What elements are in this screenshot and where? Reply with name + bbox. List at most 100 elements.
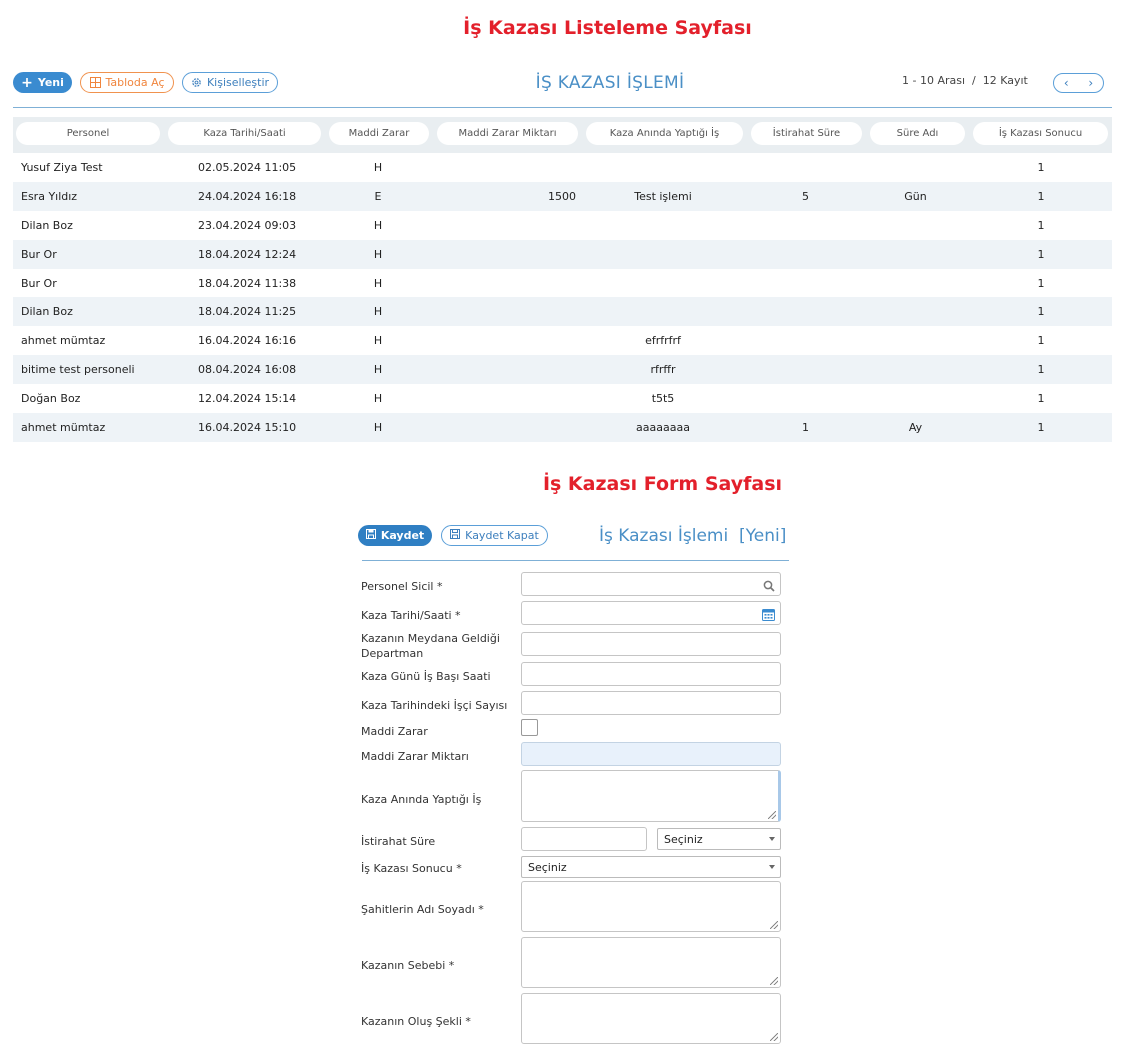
cell-date: 18.04.2024 11:25	[198, 305, 297, 319]
cell-date: 18.04.2024 12:24	[198, 247, 297, 261]
new-button-label: Yeni	[37, 76, 64, 89]
cell-date: 18.04.2024 11:38	[198, 276, 297, 290]
open-in-table-button[interactable]: Tabloda Aç	[80, 72, 174, 93]
cell-unit	[868, 355, 963, 384]
cell-personel: Dilan Boz	[21, 218, 73, 232]
cell-action	[583, 269, 743, 298]
table-row[interactable]: Doğan Boz 12.04.2024 15:14 Ht5t5 1	[13, 384, 1112, 413]
cell-result: 1	[1037, 363, 1045, 377]
cell-action	[583, 211, 743, 240]
next-page-icon[interactable]: ›	[1088, 76, 1093, 90]
worker-count-label: Kaza Tarihindeki İşçi Sayısı	[361, 699, 508, 712]
table-row[interactable]: Dilan Boz 18.04.2024 11:25 H 1	[13, 297, 1112, 327]
new-button[interactable]: + Yeni	[13, 72, 72, 93]
personalize-label: Kişiselleştir	[206, 76, 270, 89]
column-header-action[interactable]: Kaza Anında Yaptığı İş	[586, 122, 743, 145]
column-header-unit[interactable]: Süre Adı	[870, 122, 965, 145]
date-label: Kaza Tarihi/Saati *	[361, 609, 461, 622]
pager-info: 1 - 10 Arası / 12 Kayıt	[902, 74, 1028, 87]
worker-count-input[interactable]	[521, 691, 781, 715]
date-input[interactable]	[521, 601, 781, 625]
witnesses-textarea[interactable]	[521, 881, 781, 932]
cell-material-damage: H	[373, 247, 383, 261]
rest-label: İstirahat Süre	[361, 835, 436, 848]
table-row[interactable]: Yusuf Ziya Test 02.05.2024 11:05 H 1	[13, 153, 1112, 182]
personel-label: Personel Sicil *	[361, 580, 443, 593]
column-header-result[interactable]: İş Kazası Sonucu	[973, 122, 1108, 145]
search-icon[interactable]	[763, 577, 775, 596]
table-row[interactable]: Bur Or 18.04.2024 12:24 H 1	[13, 239, 1112, 269]
calendar-icon[interactable]	[762, 606, 775, 625]
manner-textarea[interactable]	[521, 993, 781, 1044]
rest-input[interactable]	[521, 827, 647, 851]
cell-material-damage: H	[373, 218, 383, 232]
cell-personel: Esra Yıldız	[21, 189, 78, 203]
save-icon	[450, 529, 461, 542]
prev-page-icon[interactable]: ‹	[1064, 76, 1069, 90]
cell-action	[583, 240, 743, 269]
result-select[interactable]: Seçiniz	[521, 856, 781, 878]
cell-personel: Dilan Boz	[21, 305, 73, 319]
cell-unit	[868, 384, 963, 413]
cell-date: 16.04.2024 15:10	[198, 420, 297, 434]
table-row[interactable]: Dilan Boz 23.04.2024 09:03 H 1	[13, 211, 1112, 240]
form-page-heading: İş Kazası Form Sayfası	[542, 473, 783, 495]
cell-unit: Gün	[904, 189, 927, 203]
personel-input[interactable]	[521, 572, 781, 596]
table-row[interactable]: Bur Or 18.04.2024 11:38 H 1	[13, 269, 1112, 298]
column-header-date[interactable]: Kaza Tarihi/Saati	[168, 122, 321, 145]
cell-personel: Yusuf Ziya Test	[21, 160, 103, 174]
resize-handle-icon[interactable]	[770, 1033, 778, 1041]
department-input[interactable]	[521, 632, 781, 656]
plus-icon: +	[21, 74, 33, 91]
table-header: Personel Kaza Tarihi/Saati Maddi Zarar M…	[13, 117, 1112, 153]
dropdown-arrow-icon	[769, 837, 775, 841]
manner-label: Kazanın Oluş Şekli *	[361, 1015, 471, 1028]
save-button[interactable]: Kaydet	[358, 525, 432, 546]
table-row[interactable]: Esra Yıldız 24.04.2024 16:18 E 1500 Test işl…	[13, 181, 1112, 211]
column-header-damage-amount[interactable]: Maddi Zarar Miktarı	[437, 122, 578, 145]
cell-material-damage: H	[373, 392, 383, 406]
cell-personel: ahmet mümtaz	[21, 420, 106, 434]
column-header-material-damage[interactable]: Maddi Zarar	[329, 122, 429, 145]
toolbar-divider	[13, 107, 1112, 108]
cell-unit	[868, 211, 963, 240]
save-icon	[365, 529, 376, 542]
cell-material-damage: H	[373, 334, 383, 348]
cell-unit	[868, 297, 963, 326]
cell-material-damage: H	[373, 420, 383, 434]
column-header-personel[interactable]: Personel	[16, 122, 160, 145]
cause-textarea[interactable]	[521, 937, 781, 988]
material-damage-label: Maddi Zarar	[361, 725, 428, 738]
table-body: Yusuf Ziya Test 02.05.2024 11:05 H 1 Esra Yı…	[13, 153, 1112, 442]
cell-personel: Doğan Boz	[21, 392, 81, 406]
cell-damage-amount	[513, 355, 576, 384]
start-time-input[interactable]	[521, 662, 781, 686]
save-close-button[interactable]: Kaydet Kapat	[441, 525, 548, 546]
cell-rest	[773, 269, 838, 298]
resize-handle-icon[interactable]	[770, 921, 778, 929]
cell-personel: Bur Or	[21, 247, 57, 261]
resize-handle-icon[interactable]	[770, 977, 778, 985]
cell-action: t5t5	[651, 392, 675, 406]
cell-unit	[868, 153, 963, 182]
cell-rest	[773, 326, 838, 355]
save-close-label: Kaydet Kapat	[465, 529, 539, 542]
cell-result: 1	[1037, 218, 1045, 232]
list-page-heading: İş Kazası Listeleme Sayfası	[463, 17, 752, 39]
damage-amount-input[interactable]	[521, 742, 781, 766]
action-textarea[interactable]	[521, 770, 781, 822]
cell-action	[583, 297, 743, 326]
rest-unit-select[interactable]: Seçiniz	[657, 828, 781, 850]
cell-unit	[868, 269, 963, 298]
column-header-rest[interactable]: İstirahat Süre	[751, 122, 862, 145]
cell-result: 1	[1037, 420, 1045, 434]
table-row[interactable]: bitime test personeli 08.04.2024 16:08 Hrf…	[13, 355, 1112, 385]
table-row[interactable]: ahmet mümtaz 16.04.2024 15:10 Haaaaaaaa 1 Ay…	[13, 413, 1112, 442]
cell-action: Test işlemi	[634, 189, 692, 203]
cell-rest	[773, 297, 838, 326]
table-row[interactable]: ahmet mümtaz 16.04.2024 16:16 Hefrfrfrf 1	[13, 326, 1112, 355]
resize-handle-icon[interactable]	[768, 811, 776, 819]
material-damage-checkbox[interactable]	[521, 719, 538, 736]
personalize-button[interactable]: Kişiselleştir	[182, 72, 278, 93]
